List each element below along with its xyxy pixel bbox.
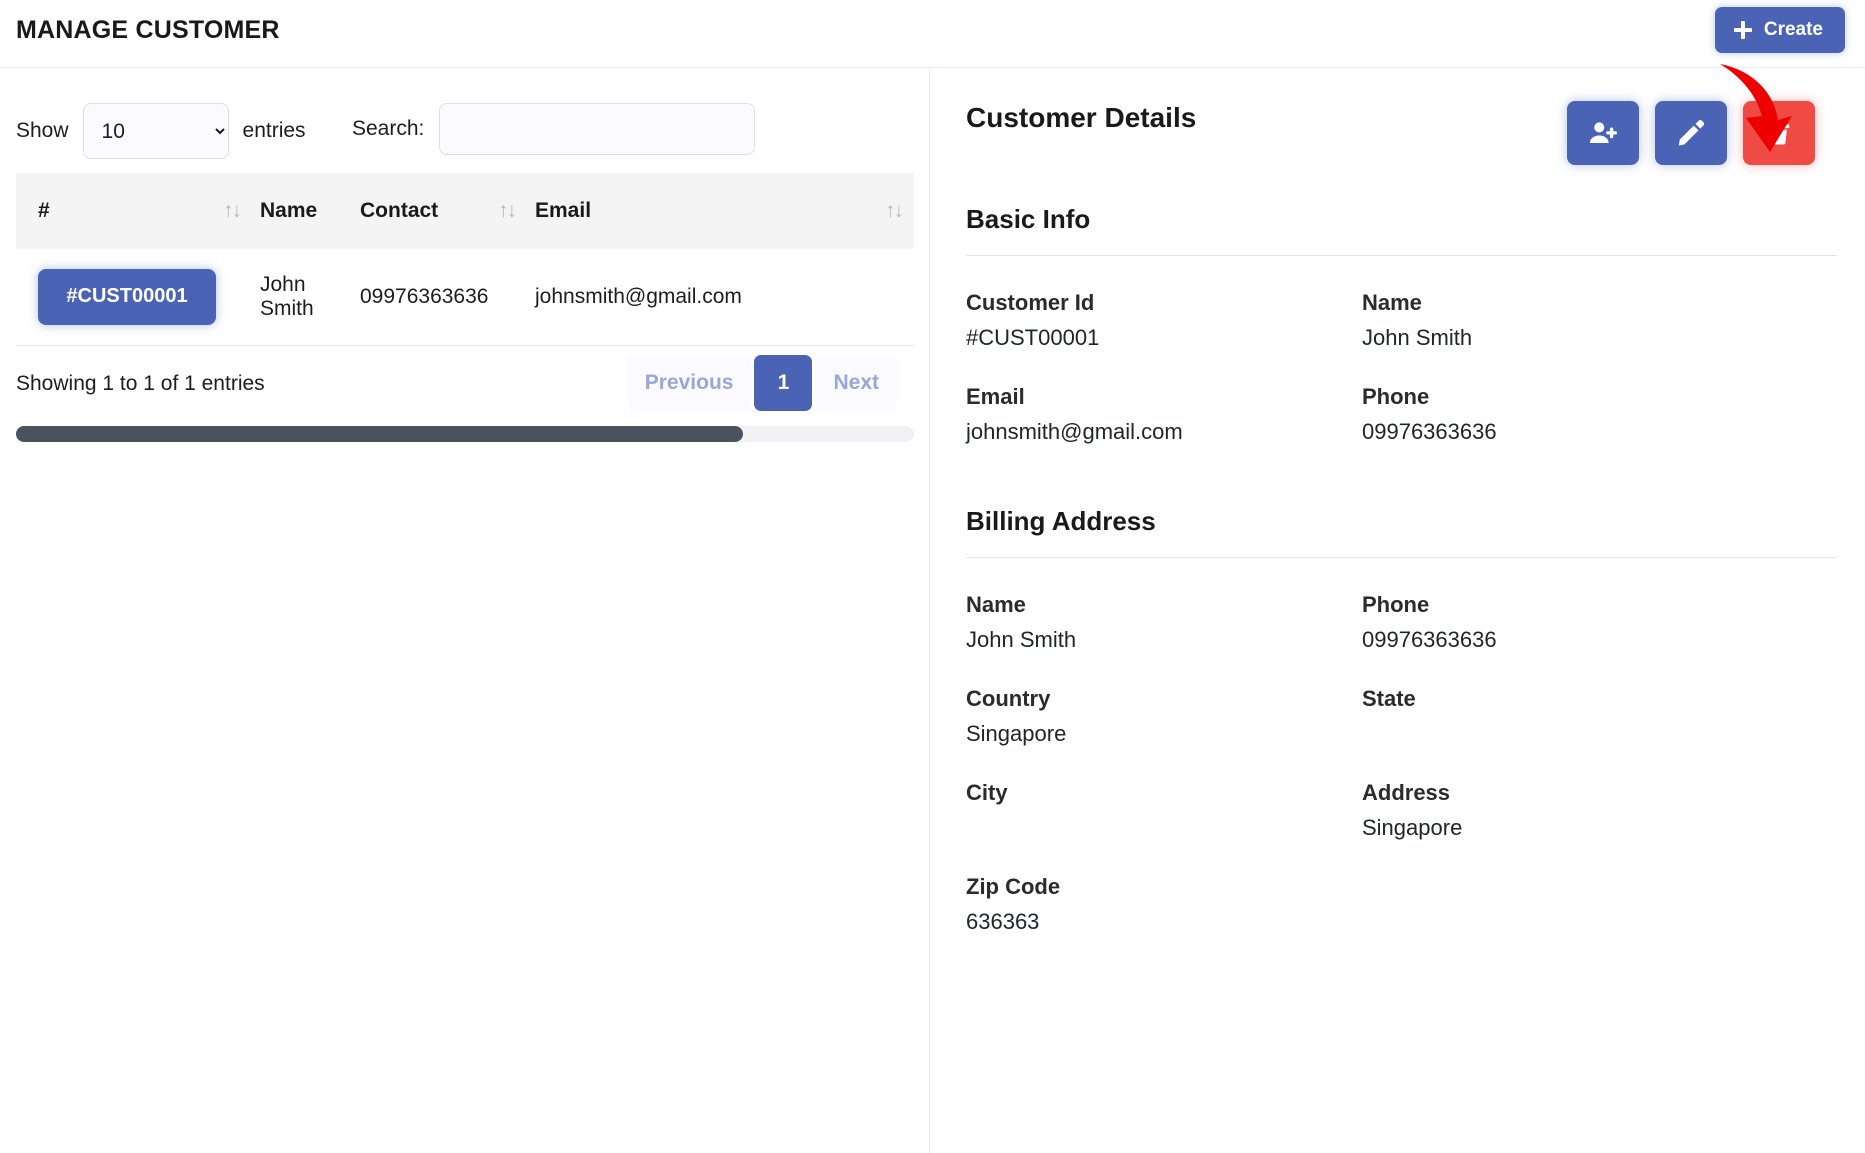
details-action-buttons: [1567, 101, 1815, 165]
search-group: Search:: [352, 103, 756, 155]
add-customer-button[interactable]: [1567, 101, 1639, 165]
field-address-label: Address: [1362, 780, 1451, 805]
cell-name: John Smith: [252, 249, 352, 346]
field-billing-phone-value: 09976363636: [1362, 627, 1497, 652]
field-state-value: [1362, 721, 1837, 748]
field-billing-name: Name John Smith: [966, 592, 1362, 654]
page-title: MANAGE CUSTOMER: [16, 16, 280, 44]
horizontal-scrollbar-thumb[interactable]: [16, 425, 744, 442]
trash-icon: [1768, 121, 1790, 145]
field-email-label: Email: [966, 384, 1025, 409]
billing-address-section-title: Billing Address: [966, 506, 1156, 536]
sort-updown-icon[interactable]: ↑↓: [498, 199, 517, 223]
table-head: # ↑↓ Name Contact ↑↓ Email ↑↓: [16, 173, 914, 249]
cell-customer-id: #CUST00001: [16, 249, 252, 346]
table-row[interactable]: #CUST00001 John Smith 09976363636 johnsm…: [16, 249, 914, 346]
billing-address-fields: Name John Smith Phone 09976363636 Countr…: [966, 592, 1837, 936]
field-address: Address Singapore: [1362, 780, 1837, 842]
column-header-id[interactable]: # ↑↓: [16, 173, 252, 249]
column-header-contact[interactable]: Contact ↑↓: [352, 173, 527, 249]
field-zip-code-value: 636363: [966, 909, 1040, 934]
basic-info-divider: [966, 255, 1837, 256]
details-title: Customer Details: [966, 102, 1197, 133]
field-country: Country Singapore: [966, 686, 1362, 748]
column-header-contact-label: Contact: [360, 199, 439, 222]
horizontal-scrollbar[interactable]: [16, 425, 914, 442]
field-email-value: johnsmith@gmail.com: [966, 419, 1183, 444]
field-state: State: [1362, 686, 1837, 748]
column-header-email[interactable]: Email ↑↓: [527, 173, 914, 249]
field-customer-id: Customer Id #CUST00001: [966, 290, 1362, 352]
column-header-name-label: Name: [260, 199, 318, 222]
entries-per-page-select[interactable]: 10: [82, 103, 229, 159]
field-phone-label: Phone: [1362, 384, 1430, 409]
entries-label: entries: [242, 119, 306, 142]
basic-info-section: Basic Info Customer Id #CUST00001 Name J…: [966, 204, 1837, 446]
field-customer-id-value: #CUST00001: [966, 325, 1100, 350]
column-header-id-label: #: [38, 199, 50, 222]
field-city: City: [966, 780, 1362, 842]
edit-customer-button[interactable]: [1655, 101, 1727, 165]
field-address-value: Singapore: [1362, 815, 1463, 840]
cell-email: johnsmith@gmail.com: [527, 249, 914, 346]
show-label: Show: [16, 119, 69, 142]
showing-entries-text: Showing 1 to 1 of 1 entries: [16, 371, 265, 395]
billing-address-section: Billing Address Name John Smith Phone 09…: [966, 506, 1837, 936]
details-header: Customer Details: [966, 68, 1837, 188]
search-input[interactable]: [439, 103, 756, 155]
field-country-label: Country: [966, 686, 1051, 711]
field-billing-phone: Phone 09976363636: [1362, 592, 1837, 654]
field-phone-value: 09976363636: [1362, 419, 1497, 444]
field-name-label: Name: [1362, 290, 1422, 315]
show-entries-group: Show 10 entries: [16, 103, 306, 159]
field-phone: Phone 09976363636: [1362, 384, 1837, 446]
customer-details-panel: Customer Details Basic Info Customer Id …: [930, 68, 1865, 1153]
column-header-email-label: Email: [535, 199, 592, 222]
table-controls: Show 10 entries Search:: [16, 68, 913, 173]
sort-updown-icon[interactable]: ↑↓: [223, 199, 242, 223]
field-name-value: John Smith: [1362, 325, 1473, 350]
billing-address-divider: [966, 557, 1837, 558]
field-customer-id-label: Customer Id: [966, 290, 1095, 315]
pagination: Previous 1 Next: [626, 354, 897, 411]
field-country-value: Singapore: [966, 721, 1067, 746]
pagination-next-button[interactable]: Next: [815, 354, 897, 411]
field-city-label: City: [966, 780, 1008, 805]
create-button-label: Create: [1763, 19, 1823, 40]
field-state-label: State: [1362, 686, 1416, 711]
field-zip-code: Zip Code 636363: [966, 874, 1362, 936]
basic-info-section-title: Basic Info: [966, 204, 1091, 234]
cell-contact: 09976363636: [352, 249, 527, 346]
field-name: Name John Smith: [1362, 290, 1837, 352]
customer-list-panel: Show 10 entries Search: # ↑↓ Name Contac…: [0, 68, 930, 1153]
sort-updown-icon[interactable]: ↑↓: [885, 199, 904, 223]
table-header-row: # ↑↓ Name Contact ↑↓ Email ↑↓: [16, 173, 914, 249]
customer-id-badge[interactable]: #CUST00001: [38, 268, 216, 325]
pagination-previous-button[interactable]: Previous: [626, 354, 752, 411]
basic-info-fields: Customer Id #CUST00001 Name John Smith E…: [966, 290, 1837, 446]
delete-customer-button[interactable]: [1743, 101, 1815, 165]
plus-icon: [1733, 20, 1753, 40]
table-footer: Showing 1 to 1 of 1 entries Previous 1 N…: [16, 352, 914, 442]
field-billing-phone-label: Phone: [1362, 592, 1430, 617]
field-city-value: [966, 815, 1362, 842]
create-button[interactable]: Create: [1714, 7, 1845, 53]
field-zip-code-label: Zip Code: [966, 874, 1061, 899]
search-label: Search:: [352, 117, 425, 140]
field-billing-name-value: John Smith: [966, 627, 1077, 652]
field-billing-name-label: Name: [966, 592, 1026, 617]
pagination-page-1-button[interactable]: 1: [754, 354, 813, 411]
table-body: #CUST00001 John Smith 09976363636 johnsm…: [16, 249, 914, 346]
page-header: MANAGE CUSTOMER Create: [0, 0, 1865, 68]
page-body: Show 10 entries Search: # ↑↓ Name Contac…: [0, 68, 1865, 1153]
customer-table: # ↑↓ Name Contact ↑↓ Email ↑↓ #CUST00001…: [16, 173, 914, 346]
field-email: Email johnsmith@gmail.com: [966, 384, 1362, 446]
column-header-name[interactable]: Name: [252, 173, 352, 249]
user-plus-icon: [1589, 122, 1617, 143]
pencil-icon: [1678, 120, 1704, 146]
